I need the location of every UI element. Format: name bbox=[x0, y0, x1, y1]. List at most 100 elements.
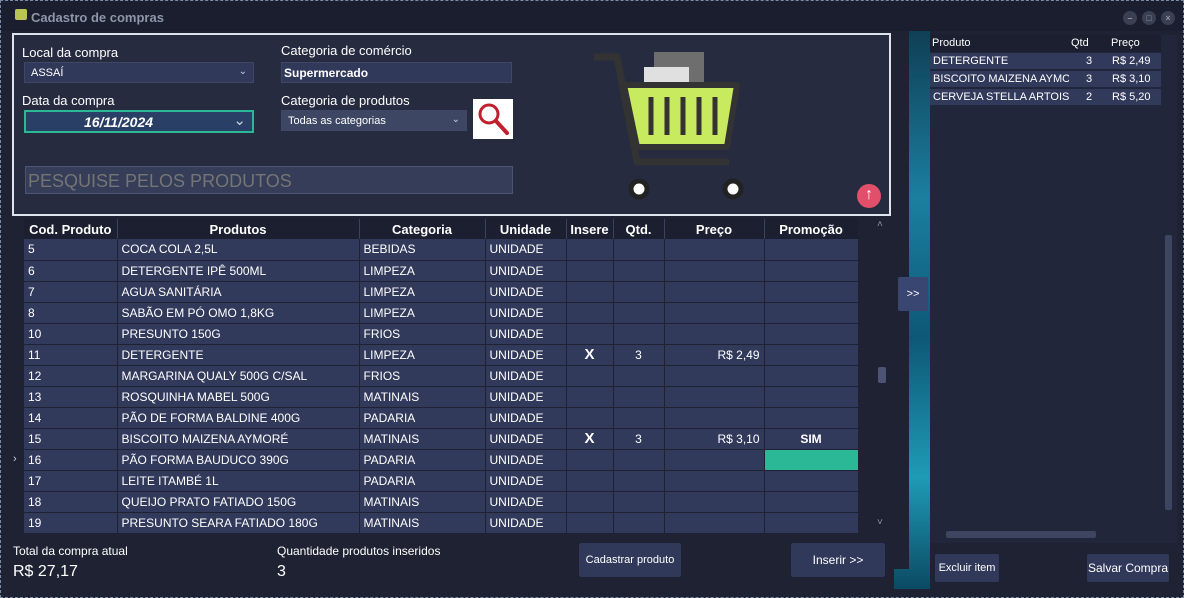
cell-insere[interactable] bbox=[566, 260, 614, 282]
cell-unidade[interactable]: UNIDADE bbox=[485, 239, 567, 261]
cell-promocao[interactable] bbox=[764, 239, 858, 261]
cell-insere[interactable]: X bbox=[566, 344, 614, 366]
cell-preco[interactable] bbox=[664, 386, 765, 408]
col-header[interactable]: Produto bbox=[932, 37, 971, 49]
cell-cod[interactable]: 19 bbox=[24, 512, 118, 534]
categoria-produtos-select[interactable]: Todas as categorias ⌄ bbox=[281, 110, 467, 131]
cell-unidade[interactable]: UNIDADE bbox=[485, 407, 567, 429]
cell-insere[interactable] bbox=[566, 512, 614, 534]
cell-qtd[interactable] bbox=[613, 323, 665, 345]
scrollbar-thumb[interactable] bbox=[878, 367, 886, 383]
cell-unidade[interactable]: UNIDADE bbox=[485, 491, 567, 513]
cell-cod[interactable]: 6 bbox=[24, 260, 118, 282]
cell-categoria[interactable]: LIMPEZA bbox=[359, 260, 486, 282]
cell-cod[interactable]: 12 bbox=[24, 365, 118, 387]
categoria-comercio-field[interactable]: Supermercado bbox=[281, 62, 512, 83]
cell-preco[interactable]: R$ 2,49 bbox=[664, 344, 765, 366]
cell-unidade[interactable]: UNIDADE bbox=[485, 428, 567, 450]
cell-insere[interactable] bbox=[566, 302, 614, 324]
table-row[interactable]: 11 DETERGENTE LIMPEZA UNIDADE X 3 R$ 2,49 bbox=[24, 344, 858, 366]
cell-cod[interactable]: 5 bbox=[24, 239, 118, 261]
cell-preco[interactable]: R$ 3,10 bbox=[664, 428, 765, 450]
table-row[interactable]: 8 SABÃO EM PÓ OMO 1,8KG LIMPEZA UNIDADE bbox=[24, 302, 858, 324]
cell-cod[interactable]: 11 bbox=[24, 344, 118, 366]
cell-categoria[interactable]: LIMPEZA bbox=[359, 302, 486, 324]
cart-list-scrollbar[interactable] bbox=[1162, 35, 1176, 527]
cell-cod[interactable]: 16 bbox=[24, 449, 118, 471]
cell-promocao[interactable] bbox=[764, 386, 858, 408]
cell-insere[interactable] bbox=[566, 386, 614, 408]
cell-unidade[interactable]: UNIDADE bbox=[485, 302, 567, 324]
table-row[interactable]: 15 BISCOITO MAIZENA AYMORÉ MATINAIS UNIDADE… bbox=[24, 428, 858, 450]
table-row[interactable]: 6 DETERGENTE IPÊ 500ML LIMPEZA UNIDADE bbox=[24, 260, 858, 282]
cell-insere[interactable] bbox=[566, 491, 614, 513]
grid-scrollbar[interactable]: ˄ ˅ bbox=[875, 219, 889, 531]
col-header[interactable]: Produtos bbox=[117, 219, 360, 239]
cell-preco[interactable] bbox=[664, 491, 765, 513]
cell-produto[interactable]: PÃO FORMA BAUDUCO 390G bbox=[117, 449, 360, 471]
local-select[interactable]: ASSAÍ ⌄ bbox=[24, 62, 254, 83]
cell-categoria[interactable]: MATINAIS bbox=[359, 386, 486, 408]
cell-cod[interactable]: 10 bbox=[24, 323, 118, 345]
cell-qtd[interactable] bbox=[613, 386, 665, 408]
cell-cod[interactable]: 15 bbox=[24, 428, 118, 450]
table-row[interactable]: 12 MARGARINA QUALY 500G C/SAL FRIOS UNIDADE bbox=[24, 365, 858, 387]
cell-insere[interactable] bbox=[566, 365, 614, 387]
cell-categoria[interactable]: BEBIDAS bbox=[359, 239, 486, 261]
cell-preco[interactable] bbox=[664, 512, 765, 534]
cell-qtd[interactable] bbox=[613, 302, 665, 324]
cell-promocao[interactable] bbox=[764, 491, 858, 513]
table-row[interactable]: 18 QUEIJO PRATO FATIADO 150G MATINAIS UNIDA… bbox=[24, 491, 858, 513]
cell-qtd[interactable] bbox=[613, 281, 665, 303]
cell-promocao[interactable] bbox=[764, 323, 858, 345]
cell-unidade[interactable]: UNIDADE bbox=[485, 470, 567, 492]
cell-categoria[interactable]: MATINAIS bbox=[359, 428, 486, 450]
cell-produto[interactable]: PRESUNTO 150G bbox=[117, 323, 360, 345]
table-row[interactable]: 17 LEITE ITAMBÉ 1L PADARIA UNIDADE bbox=[24, 470, 858, 492]
col-header[interactable]: Qtd bbox=[1071, 37, 1089, 49]
table-row[interactable]: 14 PÃO DE FORMA BALDINE 400G PADARIA UNIDAD… bbox=[24, 407, 858, 429]
scroll-up-button[interactable]: ↑ bbox=[857, 184, 881, 208]
cell-categoria[interactable]: PADARIA bbox=[359, 449, 486, 471]
cell-qtd[interactable]: 3 bbox=[613, 428, 665, 450]
cell-insere[interactable]: X bbox=[566, 428, 614, 450]
cell-promocao[interactable]: SIM bbox=[764, 428, 858, 450]
close-button[interactable]: × bbox=[1161, 11, 1175, 25]
cell-cod[interactable]: 7 bbox=[24, 281, 118, 303]
cell-unidade[interactable]: UNIDADE bbox=[485, 365, 567, 387]
col-header[interactable]: Categoria bbox=[359, 219, 486, 239]
cell-unidade[interactable]: UNIDADE bbox=[485, 281, 567, 303]
salvar-compra-button[interactable]: Salvar Compra bbox=[1087, 554, 1169, 582]
scroll-down-arrow-icon[interactable]: ˅ bbox=[877, 517, 883, 528]
scroll-up-arrow-icon[interactable]: ˄ bbox=[877, 219, 883, 230]
cell-categoria[interactable]: FRIOS bbox=[359, 365, 486, 387]
cell-unidade[interactable]: UNIDADE bbox=[485, 344, 567, 366]
cell-categoria[interactable]: PADARIA bbox=[359, 470, 486, 492]
cell-promocao[interactable] bbox=[764, 344, 858, 366]
table-row-selected[interactable]: 16 PÃO FORMA BAUDUCO 390G PADARIA UNIDADE bbox=[24, 449, 858, 471]
cell-cod[interactable]: 13 bbox=[24, 386, 118, 408]
cell-produto[interactable]: DETERGENTE IPÊ 500ML bbox=[117, 260, 360, 282]
cell-unidade[interactable]: UNIDADE bbox=[485, 323, 567, 345]
cell-preco[interactable] bbox=[664, 365, 765, 387]
table-row[interactable]: 10 PRESUNTO 150G FRIOS UNIDADE bbox=[24, 323, 858, 345]
table-row[interactable]: 13 ROSQUINHA MABEL 500G MATINAIS UNIDADE bbox=[24, 386, 858, 408]
cell-promocao[interactable] bbox=[764, 281, 858, 303]
cell-produto[interactable]: QUEIJO PRATO FATIADO 150G bbox=[117, 491, 360, 513]
col-header[interactable]: Unidade bbox=[485, 219, 567, 239]
cell-produto[interactable]: BISCOITO MAIZENA AYMORÉ bbox=[117, 428, 360, 450]
cell-qtd[interactable] bbox=[613, 260, 665, 282]
cell-cod[interactable]: 8 bbox=[24, 302, 118, 324]
cell-qtd[interactable] bbox=[613, 365, 665, 387]
cell-categoria[interactable]: PADARIA bbox=[359, 407, 486, 429]
expand-panel-button[interactable]: >> bbox=[898, 277, 928, 311]
cell-categoria[interactable]: MATINAIS bbox=[359, 491, 486, 513]
cell-promocao[interactable] bbox=[764, 512, 858, 534]
cell-insere[interactable] bbox=[566, 407, 614, 429]
table-row[interactable]: 19 PRESUNTO SEARA FATIADO 180G MATINAIS UNI… bbox=[24, 512, 858, 534]
col-header[interactable]: Qtd. bbox=[613, 219, 665, 239]
cell-categoria[interactable]: MATINAIS bbox=[359, 512, 486, 534]
cell-produto[interactable]: LEITE ITAMBÉ 1L bbox=[117, 470, 360, 492]
col-header[interactable]: Cod. Produto bbox=[24, 219, 118, 239]
minimize-button[interactable]: – bbox=[1123, 11, 1137, 25]
